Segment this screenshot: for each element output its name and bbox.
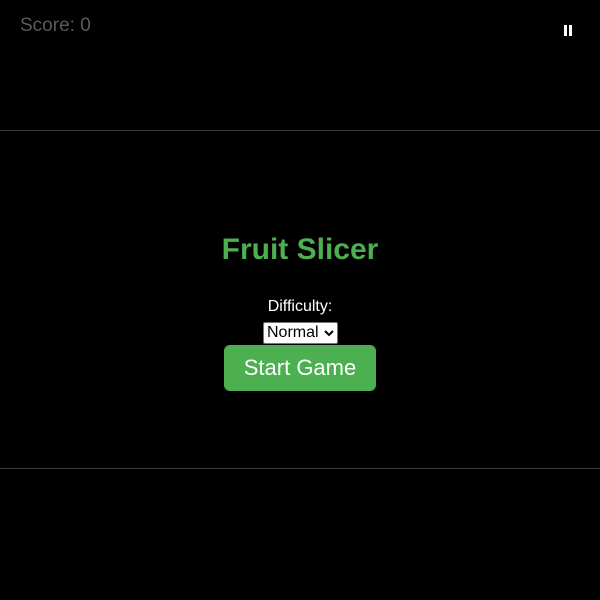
score-display: Score: 0 [20, 15, 91, 36]
pause-icon [563, 24, 573, 36]
difficulty-select[interactable]: Normal [263, 322, 338, 344]
start-game-button[interactable]: Start Game [224, 345, 376, 391]
start-menu-panel: Fruit Slicer Difficulty: Normal Start Ga… [0, 130, 600, 469]
game-stage[interactable]: Score: 0 Fruit Slicer Difficulty: Normal… [0, 0, 600, 600]
game-title: Fruit Slicer [221, 233, 379, 266]
pause-button[interactable] [557, 20, 579, 40]
difficulty-label: Difficulty: [267, 298, 333, 315]
difficulty-selected-value: Normal [267, 324, 319, 341]
chevron-down-icon [324, 330, 334, 337]
